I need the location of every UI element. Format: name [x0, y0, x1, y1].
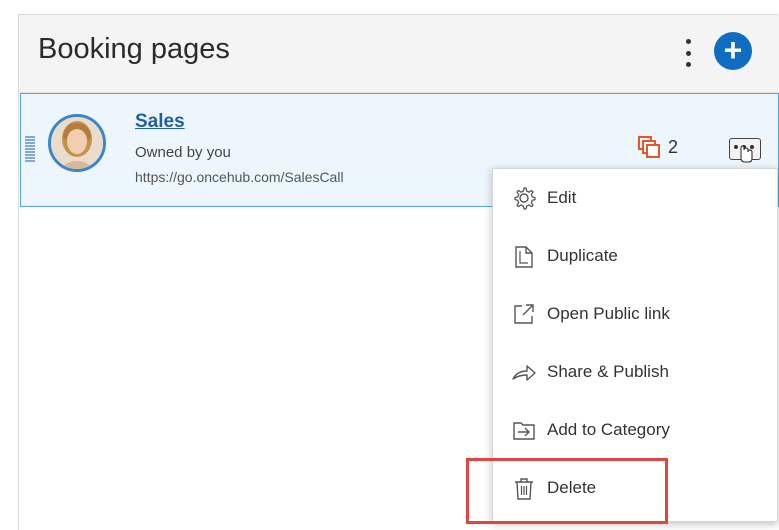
menu-item-label: Add to Category	[547, 420, 670, 439]
booking-page-title-link[interactable]: Sales	[135, 111, 185, 133]
copies-count: 2	[668, 136, 679, 157]
duplicate-icon	[515, 246, 533, 268]
avatar	[48, 114, 106, 172]
page-title: Booking pages	[38, 33, 230, 65]
row-actions-button[interactable]	[729, 138, 761, 163]
add-to-category-icon	[513, 422, 535, 440]
delete-highlight-box	[466, 458, 668, 524]
add-booking-page-button[interactable]: +	[714, 32, 752, 70]
menu-item-add-to-category[interactable]: Add to Category	[493, 401, 777, 459]
more-options-icon[interactable]	[683, 39, 693, 67]
menu-item-label: Open Public link	[547, 304, 670, 323]
copies-indicator[interactable]: 2	[638, 136, 678, 158]
external-link-icon	[514, 304, 534, 324]
menu-item-label: Edit	[547, 188, 577, 207]
gear-icon	[514, 187, 536, 210]
menu-item-share-publish[interactable]: Share & Publish	[493, 343, 777, 401]
booking-page-url: https://go.oncehub.com/SalesCall	[135, 169, 344, 185]
menu-item-edit[interactable]: Edit	[493, 169, 777, 227]
panel-header: Booking pages +	[19, 15, 779, 93]
booking-page-owner: Owned by you	[135, 144, 231, 161]
share-icon	[512, 365, 536, 381]
menu-item-duplicate[interactable]: Duplicate	[493, 227, 777, 285]
copies-icon	[638, 136, 660, 158]
menu-item-label: Share & Publish	[547, 362, 669, 381]
menu-item-label: Duplicate	[547, 246, 618, 265]
menu-item-open-public-link[interactable]: Open Public link	[493, 285, 777, 343]
drag-handle-icon[interactable]	[25, 136, 35, 164]
